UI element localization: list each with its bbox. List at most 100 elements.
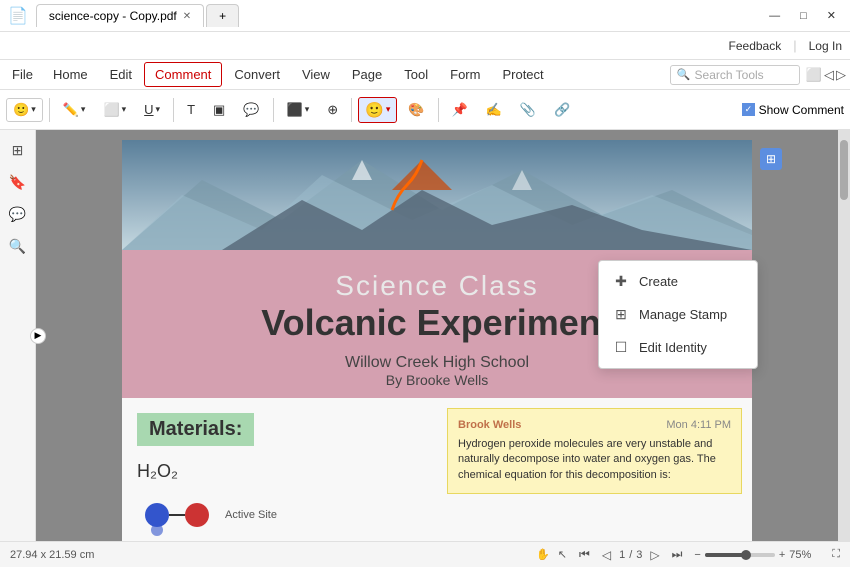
- menu-comment[interactable]: Comment: [144, 62, 222, 87]
- comment-time: Mon 4:11 PM: [666, 419, 731, 431]
- select-tool-icon[interactable]: ↖: [558, 548, 567, 561]
- sidebar-comment-icon[interactable]: 💬: [4, 200, 32, 228]
- menu-page[interactable]: Page: [342, 63, 392, 86]
- zoom-slider-fill: [705, 553, 744, 557]
- close-button[interactable]: ✕: [821, 7, 842, 24]
- stamp-dropdown-arrow: ▾: [31, 104, 36, 115]
- page-overlay-button[interactable]: ⊞: [760, 148, 782, 170]
- title-bar-right: — □ ✕: [763, 7, 842, 24]
- pin-icon: 📌: [452, 102, 468, 118]
- underline-btn[interactable]: U▾: [137, 98, 167, 121]
- page-header-image: [122, 140, 752, 250]
- connector-btn[interactable]: ⊕: [320, 98, 345, 122]
- annotate-arrow: ▾: [81, 104, 86, 115]
- toolbar-separator-2: [173, 98, 174, 122]
- right-scrollbar[interactable]: [838, 130, 850, 541]
- new-tab-button[interactable]: +: [206, 4, 239, 27]
- prev-page-btn[interactable]: ◁: [598, 547, 615, 563]
- feedback-divider: |: [793, 38, 796, 53]
- menu-edit[interactable]: Edit: [100, 63, 142, 86]
- title-bar-left: 📄 science-copy - Copy.pdf ✕ +: [8, 4, 239, 27]
- title-bar: 📄 science-copy - Copy.pdf ✕ + — □ ✕: [0, 0, 850, 32]
- menu-tool[interactable]: Tool: [394, 63, 438, 86]
- pin-btn[interactable]: 📌: [445, 98, 475, 122]
- feedback-bar: Feedback | Log In: [0, 32, 850, 60]
- area-btn[interactable]: ⬛▾: [280, 98, 317, 122]
- link-icon: 🔗: [554, 102, 570, 118]
- textbox-btn[interactable]: ▣: [206, 98, 232, 122]
- menu-bar: File Home Edit Comment Convert View Page…: [0, 60, 850, 90]
- stamp-active-arrow: ▾: [386, 104, 391, 115]
- scroll-thumb[interactable]: [840, 140, 848, 200]
- sidebar-search-icon[interactable]: 🔍: [4, 232, 32, 260]
- zoom-slider[interactable]: [705, 553, 775, 557]
- stamp-active-btn[interactable]: 🙂▾: [358, 97, 397, 123]
- manage-stamp-item[interactable]: ⊞ Manage Stamp: [599, 298, 757, 331]
- eraser-icon: ⬜: [103, 102, 119, 118]
- search-tools-placeholder: Search Tools: [695, 68, 764, 82]
- attachment-btn[interactable]: 📎: [513, 98, 543, 122]
- fullscreen-btn[interactable]: ⛶: [832, 548, 840, 561]
- manage-stamp-label: Manage Stamp: [639, 307, 727, 322]
- annotate-icon: ✏️: [63, 102, 79, 118]
- active-site-label: Active Site: [225, 509, 277, 521]
- page-navigation: ⏮ ◁ 1 / 3 ▷ ⏭: [575, 546, 686, 563]
- feedback-link[interactable]: Feedback: [729, 39, 782, 53]
- formula-label: H₂O₂: [137, 461, 422, 482]
- materials-left: Materials: H₂O₂: [122, 398, 437, 541]
- search-tools-container: 🔍 Search Tools: [670, 65, 800, 85]
- eraser-btn[interactable]: ⬜▾: [96, 98, 133, 122]
- textbox-icon: ▣: [213, 102, 225, 118]
- menu-view[interactable]: View: [292, 63, 340, 86]
- manage-stamp-icon: ⊞: [613, 306, 629, 323]
- zoom-slider-thumb: [741, 550, 751, 560]
- tab-title: science-copy - Copy.pdf: [49, 9, 177, 23]
- stamp-tool-btn[interactable]: 🙂 ▾: [7, 99, 42, 121]
- first-page-btn[interactable]: ⏮: [575, 546, 594, 563]
- zoom-in-btn[interactable]: +: [779, 549, 785, 561]
- stamp-active-icon: 🙂: [365, 101, 384, 119]
- maximize-button[interactable]: □: [794, 8, 813, 24]
- zoom-out-btn[interactable]: −: [694, 549, 700, 561]
- link-btn[interactable]: 🔗: [547, 98, 577, 122]
- total-pages: 3: [636, 549, 642, 561]
- sidebar-collapse-arrow[interactable]: ▶: [30, 328, 46, 344]
- nav-back-icon[interactable]: ◁: [824, 67, 834, 83]
- text-btn[interactable]: T: [180, 98, 202, 121]
- sidebar-bookmark-icon[interactable]: 🔖: [4, 168, 32, 196]
- callout-btn[interactable]: 💬: [236, 98, 266, 122]
- last-page-btn[interactable]: ⏭: [668, 546, 687, 563]
- next-page-btn[interactable]: ▷: [646, 547, 663, 563]
- toolbar-separator-3: [273, 98, 274, 122]
- hand-tool-icon[interactable]: ✋: [536, 548, 550, 561]
- annotate-btn[interactable]: ✏️▾: [56, 98, 93, 122]
- menu-convert[interactable]: Convert: [224, 63, 290, 86]
- comment-text: Hydrogen peroxide molecules are very uns…: [458, 437, 731, 483]
- menu-home[interactable]: Home: [43, 63, 98, 86]
- paint-btn[interactable]: 🎨: [401, 98, 431, 122]
- active-tab[interactable]: science-copy - Copy.pdf ✕: [36, 4, 204, 27]
- zoom-level: 75%: [789, 549, 824, 561]
- molecule-visual: Active Site: [137, 490, 422, 540]
- menu-form[interactable]: Form: [440, 63, 490, 86]
- menu-file[interactable]: File: [4, 63, 41, 86]
- page-dimensions: 27.94 x 21.59 cm: [10, 549, 94, 561]
- materials-section: Materials: H₂O₂: [122, 398, 752, 541]
- callout-icon: 💬: [243, 102, 259, 118]
- nav-forward-icon[interactable]: ▷: [836, 67, 846, 83]
- minimize-button[interactable]: —: [763, 8, 786, 24]
- tab-close-button[interactable]: ✕: [183, 11, 191, 22]
- toolbar-separator-1: [49, 98, 50, 122]
- signature-btn[interactable]: ✍: [479, 98, 509, 122]
- area-icon: ⬛: [287, 102, 303, 118]
- sidebar-pages-icon[interactable]: ⊞: [4, 136, 32, 164]
- create-stamp-item[interactable]: ✚ Create: [599, 265, 757, 298]
- eraser-arrow: ▾: [122, 104, 127, 115]
- menu-protect[interactable]: Protect: [492, 63, 553, 86]
- underline-arrow: ▾: [156, 104, 161, 115]
- login-link[interactable]: Log In: [809, 39, 842, 53]
- edit-identity-item[interactable]: ☐ Edit Identity: [599, 331, 757, 364]
- toolbar: 🙂 ▾ ✏️▾ ⬜▾ U▾ T ▣ 💬 ⬛▾ ⊕ 🙂▾ 🎨 📌 ✍ 📎: [0, 90, 850, 130]
- show-comment-checkbox[interactable]: [742, 103, 755, 116]
- materials-badge: Materials:: [137, 413, 254, 446]
